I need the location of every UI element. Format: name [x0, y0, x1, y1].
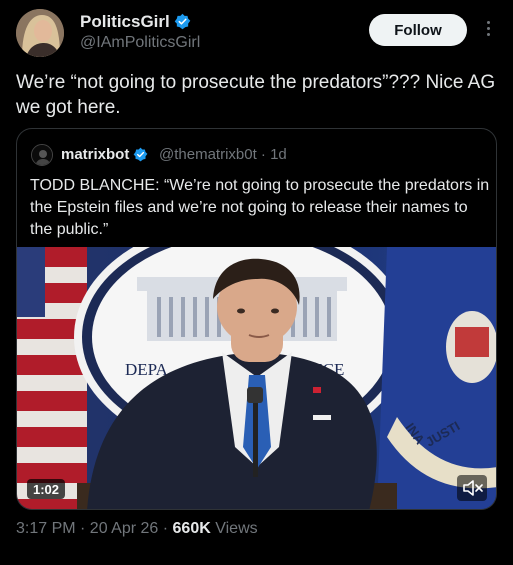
author-avatar[interactable] [16, 9, 64, 57]
verified-badge-icon [174, 13, 191, 35]
tweet-meta: 3:17 PM · 20 Apr 26 · 660K Views [16, 520, 258, 538]
quote-text: TODD BLANCHE: “We’re not going to prosec… [30, 177, 490, 238]
seal-text-left: DEPA [125, 360, 169, 379]
author-name-row[interactable]: PoliticsGirl [80, 12, 191, 35]
quote-verified-badge-icon [133, 147, 148, 166]
quote-author-name[interactable]: matrixbot [61, 146, 129, 163]
video-frame-image: DEPA ICE INA JUSTI [17, 247, 496, 509]
author-handle[interactable]: @IAmPoliticsGirl [80, 34, 200, 52]
quote-author-name-row[interactable]: matrixbot [61, 146, 148, 166]
views-count: 660K [172, 520, 211, 537]
quoted-tweet-card[interactable]: matrixbot @thematrixb0t · 1d TODD BLANCH… [16, 128, 497, 510]
mute-toggle-icon[interactable] [457, 475, 487, 501]
tweet-timestamp[interactable]: 3:17 PM · 20 Apr 26 · [16, 520, 173, 537]
quote-author-avatar[interactable] [31, 144, 53, 166]
tweet-text: We’re “not going to prosecute the predat… [16, 72, 496, 118]
follow-button[interactable]: Follow [369, 14, 467, 46]
quote-author-handle[interactable]: @thematrixb0t · 1d [159, 146, 287, 163]
video-duration-badge: 1:02 [27, 479, 66, 499]
more-options-icon[interactable] [484, 18, 492, 40]
video-player[interactable]: DEPA ICE INA JUSTI [17, 247, 496, 509]
author-name[interactable]: PoliticsGirl [80, 12, 170, 31]
views-label: Views [210, 520, 258, 537]
